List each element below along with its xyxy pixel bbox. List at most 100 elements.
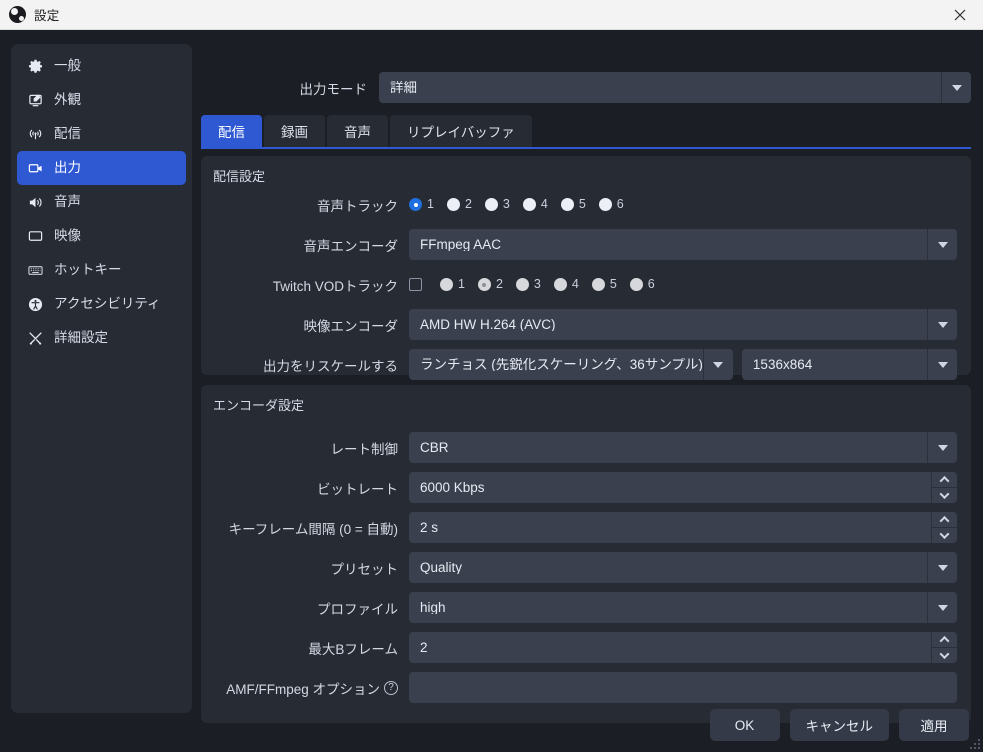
tab-streaming[interactable]: 配信	[201, 115, 262, 147]
profile-select[interactable]: high	[409, 592, 957, 623]
sidebar-item-label: 配信	[54, 127, 81, 141]
keyframe-interval-spinner[interactable]: 2 s	[409, 512, 957, 543]
twitch-vod-track-label: Twitch VODトラック	[201, 275, 409, 295]
help-icon[interactable]: ?	[384, 681, 398, 695]
preset-select[interactable]: Quality	[409, 552, 957, 583]
output-tabs: 配信 録画 音声 リプレイバッファ	[201, 115, 534, 147]
chevron-down-icon	[941, 72, 971, 103]
audio-encoder-select[interactable]: FFmpeg AAC	[409, 229, 957, 260]
radio-label: 4	[541, 198, 548, 211]
rescale-output-label: 出力をリスケールする	[201, 355, 409, 375]
sidebar-item-output[interactable]: 出力	[17, 151, 186, 185]
spinner-down-icon[interactable]	[932, 487, 957, 503]
radio-label: 1	[458, 278, 465, 291]
rescale-filter-select[interactable]: ランチョス (先鋭化スケーリング、36サンプル)	[409, 349, 733, 380]
keyframe-interval-value: 2 s	[420, 521, 931, 535]
rate-control-value: CBR	[420, 441, 927, 455]
radio-label: 6	[648, 278, 655, 291]
streaming-settings-group: 配信設定 音声トラック 1 2 3 4 5 6	[201, 156, 971, 375]
audio-track-radio-2[interactable]: 2	[447, 198, 472, 211]
tools-icon	[27, 330, 44, 347]
bitrate-spinner[interactable]: 6000 Kbps	[409, 472, 957, 503]
sidebar-item-accessibility[interactable]: アクセシビリティ	[17, 287, 186, 321]
amf-options-input[interactable]	[409, 672, 957, 703]
profile-value: high	[420, 601, 927, 615]
radio-label: 5	[579, 198, 586, 211]
tab-recording[interactable]: 録画	[264, 115, 325, 147]
monitor-icon	[27, 228, 44, 245]
chevron-down-icon	[927, 432, 957, 463]
rate-control-field: CBR	[409, 432, 957, 463]
twitch-vod-radio-5[interactable]: 5	[592, 278, 617, 291]
rate-control-label: レート制御	[201, 438, 409, 458]
window-body: 一般 外観 配信 出力	[0, 30, 983, 752]
rate-control-select[interactable]: CBR	[409, 432, 957, 463]
bitrate-value: 6000 Kbps	[420, 481, 931, 495]
twitch-vod-radio-3[interactable]: 3	[516, 278, 541, 291]
radio-label: 2	[496, 278, 503, 291]
spinner-down-icon[interactable]	[932, 647, 957, 663]
cancel-button[interactable]: キャンセル	[790, 709, 890, 741]
audio-track-radio-4[interactable]: 4	[523, 198, 548, 211]
close-icon[interactable]	[937, 0, 983, 30]
audio-track-label: 音声トラック	[201, 195, 409, 215]
video-encoder-value: AMD HW H.264 (AVC)	[420, 318, 927, 332]
rescale-output-row: 出力をリスケールする ランチョス (先鋭化スケーリング、36サンプル) 1536…	[201, 349, 957, 380]
tab-audio[interactable]: 音声	[327, 115, 388, 147]
audio-track-radio-6[interactable]: 6	[599, 198, 624, 211]
spinner-up-icon[interactable]	[932, 472, 957, 487]
twitch-vod-radio-1[interactable]: 1	[440, 278, 465, 291]
keyboard-icon	[27, 262, 44, 279]
apply-button[interactable]: 適用	[899, 709, 969, 741]
audio-track-field: 1 2 3 4 5 6	[409, 198, 957, 211]
output-icon	[27, 160, 44, 177]
chevron-down-icon	[927, 592, 957, 623]
obs-logo-icon	[9, 6, 26, 23]
keyframe-interval-field: 2 s	[409, 512, 957, 543]
chevron-down-icon	[927, 229, 957, 260]
preset-value: Quality	[420, 561, 927, 575]
spinner-down-icon[interactable]	[932, 527, 957, 543]
max-bframes-spinner[interactable]: 2	[409, 632, 957, 663]
audio-track-row: 音声トラック 1 2 3 4 5 6	[201, 189, 957, 220]
amf-options-label: AMF/FFmpeg オプション ?	[201, 678, 409, 698]
max-bframes-label: 最大Bフレーム	[201, 638, 409, 658]
spinner-up-icon[interactable]	[932, 632, 957, 647]
audio-track-radio-5[interactable]: 5	[561, 198, 586, 211]
sidebar-item-label: 出力	[54, 161, 81, 175]
sidebar-item-audio[interactable]: 音声	[17, 185, 186, 219]
tabs-underline	[201, 147, 971, 149]
twitch-vod-radio-4[interactable]: 4	[554, 278, 579, 291]
sidebar-item-hotkeys[interactable]: ホットキー	[17, 253, 186, 287]
rescale-filter-value: ランチョス (先鋭化スケーリング、36サンプル)	[420, 358, 703, 372]
radio-label: 4	[572, 278, 579, 291]
bitrate-field: 6000 Kbps	[409, 472, 957, 503]
output-mode-row: 出力モード 詳細	[199, 72, 971, 103]
resize-grip[interactable]	[968, 737, 980, 749]
spinner-buttons	[931, 512, 957, 543]
tab-replay-buffer[interactable]: リプレイバッファ	[390, 115, 532, 147]
video-encoder-select[interactable]: AMD HW H.264 (AVC)	[409, 309, 957, 340]
sidebar-item-label: アクセシビリティ	[54, 297, 161, 311]
ok-button[interactable]: OK	[710, 709, 780, 741]
twitch-vod-radio-6[interactable]: 6	[630, 278, 655, 291]
sidebar-item-appearance[interactable]: 外観	[17, 83, 186, 117]
audio-track-radio-1[interactable]: 1	[409, 198, 434, 211]
output-mode-select[interactable]: 詳細	[379, 72, 971, 103]
sidebar-item-video[interactable]: 映像	[17, 219, 186, 253]
audio-encoder-value: FFmpeg AAC	[420, 238, 927, 252]
amf-options-field	[409, 672, 957, 703]
video-encoder-field: AMD HW H.264 (AVC)	[409, 309, 957, 340]
audio-track-radio-3[interactable]: 3	[485, 198, 510, 211]
profile-field: high	[409, 592, 957, 623]
sidebar-item-label: ホットキー	[54, 263, 122, 277]
broadcast-icon	[27, 126, 44, 143]
twitch-vod-track-checkbox[interactable]	[409, 278, 422, 291]
sidebar-item-general[interactable]: 一般	[17, 49, 186, 83]
spinner-up-icon[interactable]	[932, 512, 957, 527]
twitch-vod-radio-2[interactable]: 2	[478, 278, 503, 291]
bitrate-row: ビットレート 6000 Kbps	[201, 472, 957, 503]
sidebar-item-advanced[interactable]: 詳細設定	[17, 321, 186, 355]
rescale-resolution-select[interactable]: 1536x864	[742, 349, 957, 380]
sidebar-item-stream[interactable]: 配信	[17, 117, 186, 151]
